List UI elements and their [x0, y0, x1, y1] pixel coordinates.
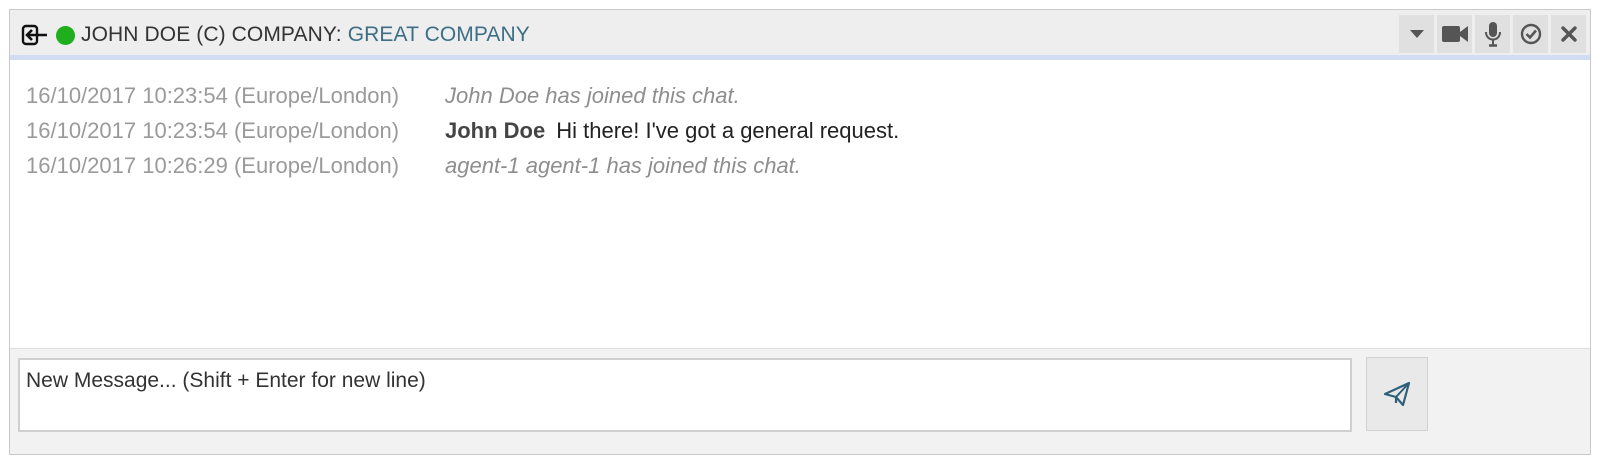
- message-text: Hi there! I've got a general request.: [556, 118, 900, 143]
- close-icon: [1560, 26, 1577, 42]
- contact-label: JOHN DOE (C) COMPANY:: [81, 23, 342, 46]
- header-left: JOHN DOE (C) COMPANY: GREAT COMPANY: [20, 10, 530, 60]
- close-chat-button[interactable]: [1551, 15, 1586, 53]
- dropdown-button[interactable]: [1399, 15, 1434, 53]
- video-call-button[interactable]: [1437, 15, 1472, 53]
- exit-icon[interactable]: [20, 23, 50, 47]
- message-row: 16/10/2017 10:23:54 (Europe/London) John…: [26, 118, 1590, 153]
- chat-header: JOHN DOE (C) COMPANY: GREAT COMPANY: [10, 10, 1590, 60]
- company-link[interactable]: GREAT COMPANY: [348, 23, 530, 46]
- status-indicator: [56, 25, 75, 45]
- system-message: John Doe has joined this chat.: [445, 83, 740, 108]
- resolve-button[interactable]: [1513, 15, 1548, 53]
- message-composer: [10, 348, 1590, 454]
- send-button[interactable]: [1366, 357, 1428, 431]
- header-toolbar: [1399, 15, 1586, 55]
- message-row: 16/10/2017 10:23:54 (Europe/London) John…: [26, 83, 1590, 118]
- paper-plane-icon: [1383, 381, 1411, 407]
- message-list[interactable]: 16/10/2017 10:23:54 (Europe/London) John…: [10, 65, 1590, 348]
- message-timestamp: 16/10/2017 10:23:54 (Europe/London): [26, 118, 400, 143]
- message-timestamp: 16/10/2017 10:26:29 (Europe/London): [26, 153, 400, 178]
- message-author: John Doe: [445, 118, 546, 143]
- chevron-down-icon: [1409, 30, 1424, 38]
- chat-title: JOHN DOE (C) COMPANY: GREAT COMPANY: [81, 23, 530, 47]
- video-camera-icon: [1441, 26, 1468, 42]
- message-input[interactable]: [18, 358, 1352, 432]
- system-message: agent-1 agent-1 has joined this chat.: [445, 153, 801, 178]
- message-timestamp: 16/10/2017 10:23:54 (Europe/London): [26, 83, 400, 108]
- check-circle-icon: [1520, 23, 1541, 45]
- audio-call-button[interactable]: [1475, 15, 1510, 53]
- chat-window: JOHN DOE (C) COMPANY: GREAT COMPANY 16/1…: [9, 9, 1591, 455]
- microphone-icon: [1484, 22, 1501, 47]
- message-row: 16/10/2017 10:26:29 (Europe/London) agen…: [26, 153, 1590, 188]
